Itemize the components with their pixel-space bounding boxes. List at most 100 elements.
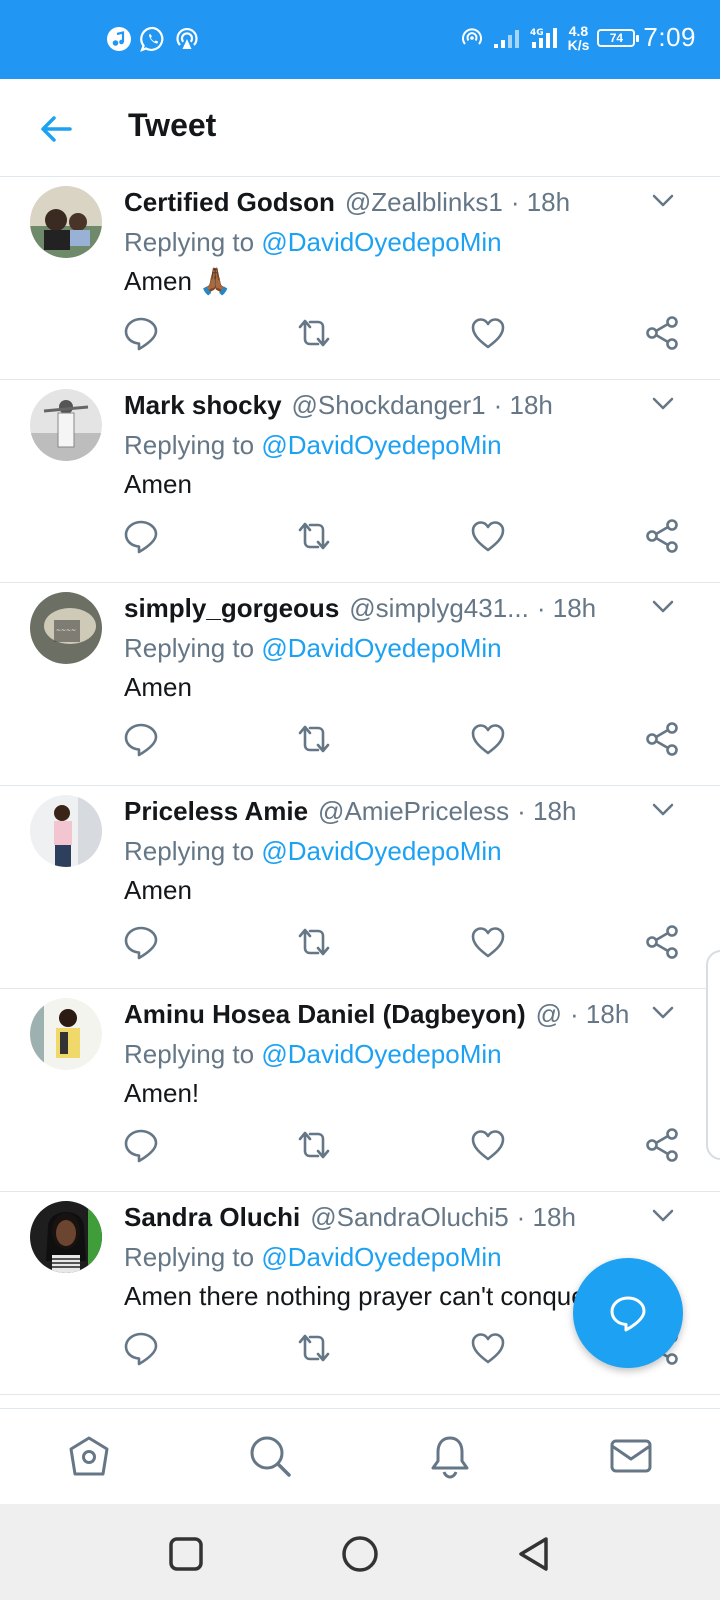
display-name[interactable]: Sandra Oluchi — [124, 1202, 300, 1234]
chevron-down-icon[interactable] — [650, 394, 676, 414]
display-name[interactable]: Mark shocky — [124, 390, 282, 422]
reply-tweet[interactable]: Mark shocky @Shockdanger1 · 18h Replying… — [0, 380, 720, 583]
share-icon[interactable] — [644, 1127, 680, 1163]
tweet-text: Amen! — [124, 1078, 200, 1108]
bottom-navigation — [0, 1408, 720, 1504]
mention-link[interactable]: @DavidOyedepoMin — [261, 430, 501, 460]
reply-icon[interactable] — [123, 315, 159, 351]
reply-icon[interactable] — [123, 1330, 159, 1366]
avatar[interactable] — [30, 795, 102, 867]
heart-icon[interactable] — [470, 518, 506, 554]
chevron-down-icon[interactable] — [650, 800, 676, 820]
retweet-icon[interactable] — [296, 721, 332, 757]
top-bar: Tweet — [0, 79, 720, 177]
mention-link[interactable]: @DavidOyedepoMin — [261, 1039, 501, 1069]
replying-to: Replying to @DavidOyedepoMin — [124, 633, 502, 664]
edge-panel-handle[interactable] — [706, 950, 720, 1160]
whatsapp-icon — [140, 26, 164, 52]
display-name[interactable]: Aminu Hosea Daniel (Dagbeyon) — [124, 999, 526, 1031]
battery-level: 74 — [609, 30, 624, 45]
avatar[interactable] — [30, 1201, 102, 1273]
replying-to-label: Replying to — [124, 633, 255, 663]
messages-icon[interactable] — [608, 1433, 654, 1479]
avatar[interactable] — [30, 186, 102, 258]
heart-icon[interactable] — [470, 924, 506, 960]
reply-tweet[interactable]: ~~~~ simply_gorgeous @simplyg431... · 18… — [0, 583, 720, 786]
tweet-actions — [0, 721, 720, 761]
reply-icon[interactable] — [123, 1127, 159, 1163]
retweet-icon[interactable] — [296, 924, 332, 960]
tweet-actions — [0, 1127, 720, 1167]
home-icon[interactable] — [66, 1433, 112, 1479]
display-name[interactable]: Certified Godson — [124, 187, 335, 219]
share-icon[interactable] — [644, 518, 680, 554]
compose-reply-button[interactable] — [573, 1258, 683, 1368]
retweet-icon[interactable] — [296, 1330, 332, 1366]
mention-link[interactable]: @DavidOyedepoMin — [261, 1242, 501, 1272]
back-triangle-icon[interactable] — [514, 1534, 554, 1574]
avatar[interactable] — [30, 998, 102, 1070]
reply-tweet[interactable]: Certified Godson @Zealblinks1 · 18h Repl… — [0, 177, 720, 380]
avatar[interactable] — [30, 389, 102, 461]
notification-icons — [106, 26, 200, 52]
back-arrow-icon[interactable] — [36, 109, 76, 149]
heart-icon[interactable] — [470, 315, 506, 351]
hotspot-icon — [176, 27, 198, 49]
recent-apps-icon[interactable] — [166, 1534, 206, 1574]
chevron-down-icon[interactable] — [650, 1206, 676, 1226]
music-icon — [107, 27, 131, 51]
reply-tweet[interactable]: Priceless Amie @AmiePriceless · 18h Repl… — [0, 786, 720, 989]
notifications-icon[interactable] — [427, 1433, 473, 1479]
tweet-actions — [0, 518, 720, 558]
share-icon[interactable] — [644, 721, 680, 757]
mention-link[interactable]: @DavidOyedepoMin — [261, 836, 501, 866]
replying-to-label: Replying to — [124, 430, 255, 460]
user-handle: @simplyg431... — [349, 593, 529, 623]
tweet-actions — [0, 924, 720, 964]
user-handle: @SandraOluchi5 — [310, 1202, 509, 1232]
status-bar: 4G 4.8 K/s 74 7:09 — [0, 0, 720, 79]
retweet-icon[interactable] — [296, 315, 332, 351]
tweet-text: Amen there nothing prayer can't conquer — [124, 1281, 595, 1311]
system-navigation-bar — [0, 1504, 720, 1600]
mention-link[interactable]: @DavidOyedepoMin — [261, 633, 501, 663]
heart-icon[interactable] — [470, 721, 506, 757]
tweet-header: Aminu Hosea Daniel (Dagbeyon) @ · 18h — [124, 999, 644, 1031]
replies-list[interactable]: Certified Godson @Zealblinks1 · 18h Repl… — [0, 177, 720, 1408]
chevron-down-icon[interactable] — [650, 1003, 676, 1023]
mention-link[interactable]: @DavidOyedepoMin — [261, 227, 501, 257]
retweet-icon[interactable] — [296, 1127, 332, 1163]
heart-icon[interactable] — [470, 1330, 506, 1366]
tweet-header: simply_gorgeous @simplyg431... · 18h — [124, 593, 644, 625]
user-handle: @ — [535, 999, 563, 1029]
timestamp: · 18h — [536, 593, 597, 623]
tweet-header: Certified Godson @Zealblinks1 · 18h — [124, 187, 644, 219]
retweet-icon[interactable] — [296, 518, 332, 554]
home-circle-icon[interactable] — [340, 1534, 380, 1574]
clock: 7:09 — [643, 22, 696, 52]
avatar[interactable]: ~~~~ — [30, 592, 102, 664]
reply-icon[interactable] — [123, 924, 159, 960]
display-name[interactable]: simply_gorgeous — [124, 593, 339, 625]
replying-to: Replying to @DavidOyedepoMin — [124, 1039, 502, 1070]
share-icon[interactable] — [644, 315, 680, 351]
reply-icon[interactable] — [123, 518, 159, 554]
speed-value: 4.8 — [568, 22, 589, 39]
hotspot-icon — [461, 27, 482, 45]
user-handle: @Shockdanger1 — [291, 390, 486, 420]
user-handle: @AmiePriceless — [318, 796, 510, 826]
share-icon[interactable] — [644, 924, 680, 960]
user-handle: @Zealblinks1 — [344, 187, 503, 217]
heart-icon[interactable] — [470, 1127, 506, 1163]
chevron-down-icon[interactable] — [650, 597, 676, 617]
tweet-header: Sandra Oluchi @SandraOluchi5 · 18h — [124, 1202, 644, 1234]
reply-tweet[interactable]: Aminu Hosea Daniel (Dagbeyon) @ · 18h Re… — [0, 989, 720, 1192]
replying-to-label: Replying to — [124, 1039, 255, 1069]
replying-to: Replying to @DavidOyedepoMin — [124, 430, 502, 461]
chevron-down-icon[interactable] — [650, 191, 676, 211]
search-icon[interactable] — [247, 1433, 293, 1479]
display-name[interactable]: Priceless Amie — [124, 796, 308, 828]
system-indicators: 4G 4.8 K/s 74 7:09 — [460, 22, 696, 53]
reply-icon[interactable] — [123, 721, 159, 757]
replying-to: Replying to @DavidOyedepoMin — [124, 227, 502, 258]
